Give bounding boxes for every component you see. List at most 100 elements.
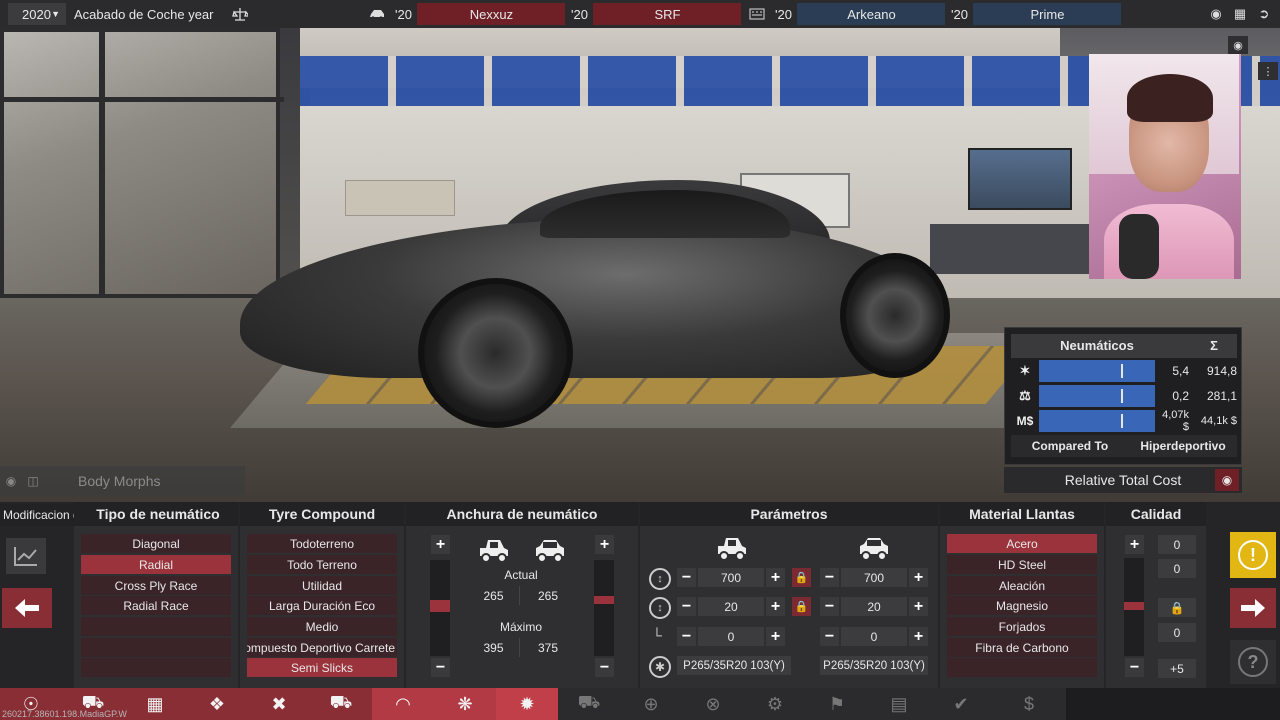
compound-option[interactable]: ompuesto Deportivo Carrete bbox=[247, 638, 397, 657]
tyre-type-option[interactable]: Cross Ply Race bbox=[81, 576, 231, 595]
rear-rim-value[interactable]: 20 bbox=[841, 597, 907, 616]
front-wheel bbox=[418, 278, 573, 428]
rim-material-option[interactable]: HD Steel bbox=[947, 555, 1097, 574]
tool-wheels-tab[interactable]: ❋ bbox=[434, 688, 496, 720]
tool-brakes-tab[interactable]: ⊗ bbox=[682, 688, 744, 720]
rim-material-option[interactable]: Forjados bbox=[947, 617, 1097, 636]
quality-minus-button[interactable]: − bbox=[1125, 658, 1144, 677]
competitor-slot[interactable]: Arkeano bbox=[797, 3, 946, 25]
rim-material-option[interactable]: Acero bbox=[947, 534, 1097, 553]
front-width-minus-button[interactable]: − bbox=[431, 658, 450, 677]
stat-row: M$ 4,07k $ 44,1k $ bbox=[1011, 409, 1237, 433]
tool-interior-tab[interactable]: ◠ bbox=[372, 688, 434, 720]
empty-option bbox=[81, 617, 231, 636]
quality-plus-button[interactable]: + bbox=[1125, 535, 1144, 554]
competitor-year: '20 bbox=[395, 6, 412, 22]
relative-total-cost-bar[interactable]: Relative Total Cost ◉ bbox=[1004, 467, 1242, 493]
compound-option[interactable]: Medio bbox=[247, 617, 397, 636]
actual-label: Actual bbox=[504, 568, 538, 582]
camera-icon[interactable]: ◉ bbox=[1228, 36, 1248, 54]
compound-option[interactable]: Larga Duración Eco bbox=[247, 596, 397, 615]
next-button[interactable] bbox=[1230, 588, 1276, 628]
rear-rim-plus-button[interactable]: + bbox=[909, 597, 928, 616]
eye-icon[interactable]: ◉ bbox=[0, 474, 22, 488]
compound-option[interactable]: Todoterreno bbox=[247, 534, 397, 553]
body-morphs-bar[interactable]: ◉ ◫ Body Morphs bbox=[0, 466, 245, 496]
tool-market-tab[interactable]: $ bbox=[992, 688, 1066, 720]
quality-lock-icon[interactable]: 🔒 bbox=[1158, 598, 1196, 617]
stat-total: 281,1 bbox=[1206, 389, 1237, 403]
tyre-type-option[interactable]: Radial bbox=[81, 555, 231, 574]
front-offset-plus-button[interactable]: + bbox=[766, 627, 785, 646]
front-width-slider[interactable] bbox=[430, 560, 450, 656]
build-watermark: 260217.38601.198.MadiaGP.W bbox=[2, 709, 127, 719]
rear-width-plus-button[interactable]: + bbox=[595, 535, 614, 554]
year-selector[interactable]: 2020 ▼ bbox=[8, 3, 66, 25]
rim-lock-icon[interactable]: 🔒 bbox=[792, 597, 811, 616]
rear-profile-plus-button[interactable]: + bbox=[909, 568, 928, 587]
menu-grid-icon[interactable]: ▦ bbox=[1228, 6, 1252, 22]
front-width-plus-button[interactable]: + bbox=[431, 535, 450, 554]
tool-suspension-tab[interactable]: ❖ bbox=[186, 688, 248, 720]
help-button[interactable]: ? bbox=[1230, 640, 1276, 684]
screenshot-icon[interactable]: ◉ bbox=[1204, 6, 1228, 22]
compound-option[interactable]: Semi Slicks bbox=[247, 658, 397, 677]
competitor-slot[interactable]: SRF bbox=[593, 3, 742, 25]
tyre-type-option[interactable]: Radial Race bbox=[81, 596, 231, 615]
exit-icon[interactable]: ➲ bbox=[1252, 6, 1276, 22]
quality-slider[interactable] bbox=[1124, 558, 1144, 656]
bottom-toolbar: ☉ ⛟ ▦ ❖ ✖ ⛟ ◠ ❋ ✹ ⛟ ⊕ ⊗ ⚙ ⚑ ▤ ✔ $ bbox=[0, 688, 1280, 720]
quality-header: Calidad bbox=[1106, 502, 1206, 526]
graph-button[interactable] bbox=[6, 538, 46, 574]
stat-value: 0,2 bbox=[1172, 389, 1189, 403]
compound-option[interactable]: Utilidad bbox=[247, 576, 397, 595]
front-rim-value[interactable]: 20 bbox=[698, 597, 764, 616]
front-rim-minus-button[interactable]: − bbox=[677, 597, 696, 616]
rear-profile-value[interactable]: 700 bbox=[841, 568, 907, 587]
warning-button[interactable]: ! bbox=[1230, 532, 1276, 578]
rear-offset-minus-button[interactable]: − bbox=[820, 627, 839, 646]
tool-fixtures-tab[interactable]: ⛟ bbox=[310, 688, 372, 720]
compared-to-row[interactable]: Compared To Hiperdeportivo bbox=[1011, 435, 1237, 457]
drivetrain-icon: ✖ bbox=[271, 693, 287, 714]
tool-steering-tab[interactable]: ⊕ bbox=[620, 688, 682, 720]
front-offset-minus-button[interactable]: − bbox=[677, 627, 696, 646]
tool-aero-tab[interactable]: ⛟ bbox=[558, 688, 620, 720]
rim-material-option[interactable]: Aleación bbox=[947, 576, 1097, 595]
tool-safety-tab[interactable]: ⚙ bbox=[744, 688, 806, 720]
tool-report-tab[interactable]: ▤ bbox=[868, 688, 930, 720]
tool-chassis-tab[interactable]: ▦ bbox=[124, 688, 186, 720]
performance-icon: ✶ bbox=[1019, 363, 1031, 378]
morph-toggle-icon[interactable]: ◫ bbox=[22, 474, 44, 488]
rear-width-minus-button[interactable]: − bbox=[595, 658, 614, 677]
front-car-icon bbox=[716, 536, 748, 565]
front-profile-plus-button[interactable]: + bbox=[766, 568, 785, 587]
tyre-type-option[interactable]: Diagonal bbox=[81, 534, 231, 553]
front-profile-minus-button[interactable]: − bbox=[677, 568, 696, 587]
scale-icon[interactable] bbox=[229, 6, 251, 22]
front-offset-value[interactable]: 0 bbox=[698, 627, 764, 646]
competitor-slot[interactable]: Nexxuz bbox=[417, 3, 566, 25]
tool-tyres-tab[interactable]: ✹ bbox=[496, 688, 558, 720]
compared-to-label: Compared To bbox=[1031, 439, 1109, 453]
rear-offset-value[interactable]: 0 bbox=[841, 627, 907, 646]
rear-width-slider[interactable] bbox=[594, 560, 614, 656]
rear-rim-minus-button[interactable]: − bbox=[820, 597, 839, 616]
back-button[interactable] bbox=[2, 588, 52, 628]
compound-option[interactable]: Todo Terreno bbox=[247, 555, 397, 574]
rear-offset-plus-button[interactable]: + bbox=[909, 627, 928, 646]
rear-profile-minus-button[interactable]: − bbox=[820, 568, 839, 587]
competitor-year: '20 bbox=[775, 6, 792, 22]
more-icon[interactable]: ⋮ bbox=[1258, 62, 1278, 80]
eye-icon[interactable]: ◉ bbox=[1215, 469, 1239, 491]
tool-confirm-tab[interactable]: ✔ bbox=[930, 688, 992, 720]
profile-lock-icon[interactable]: 🔒 bbox=[792, 568, 811, 587]
rim-material-option[interactable]: Magnesio bbox=[947, 596, 1097, 615]
competitor-year: '20 bbox=[951, 6, 968, 22]
front-profile-value[interactable]: 700 bbox=[698, 568, 764, 587]
front-rim-plus-button[interactable]: + bbox=[766, 597, 785, 616]
tool-test-track-tab[interactable]: ⚑ bbox=[806, 688, 868, 720]
rim-material-option[interactable]: Fibra de Carbono bbox=[947, 638, 1097, 657]
competitor-slot[interactable]: Prime bbox=[973, 3, 1122, 25]
tool-drivetrain-tab[interactable]: ✖ bbox=[248, 688, 310, 720]
